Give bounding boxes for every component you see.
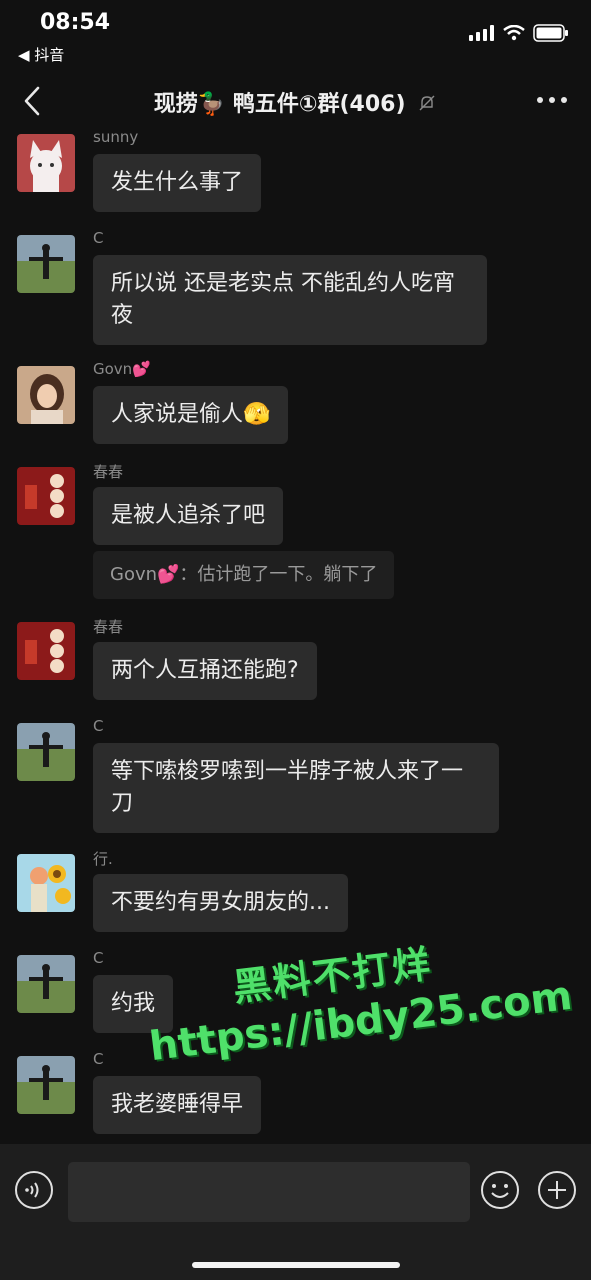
back-to-app-link[interactable]: ◀ 抖音 [18, 44, 64, 65]
sender-name: C [93, 229, 104, 247]
chat-header: 现捞🦆 鸭五件①群(406) [0, 70, 591, 132]
chat-title: 现捞🦆 鸭五件①群(406) [0, 86, 591, 118]
emoji-icon[interactable] [480, 1170, 520, 1210]
cartoon-avatar-image [17, 134, 75, 192]
man-in-field-avatar-image [17, 955, 75, 1013]
message-bubble[interactable]: 是被人追杀了吧 [93, 487, 284, 545]
avatar-xing[interactable] [17, 854, 75, 912]
message-bubble[interactable]: 人家说是偷人🫣 [93, 386, 289, 444]
avatar-sunny[interactable] [17, 134, 75, 192]
man-in-field-avatar-image [17, 723, 75, 781]
battery-icon [533, 24, 568, 42]
muted-bell-icon [419, 95, 435, 111]
status-icons [469, 24, 569, 42]
avatar-c[interactable] [17, 235, 75, 293]
quoted-reply[interactable]: Govn💕：估计跑了一下。躺下了 [93, 551, 395, 599]
avatar-chunchun[interactable] [17, 467, 75, 525]
sunflower-avatar-image [17, 854, 75, 912]
new-year-avatar-image [17, 622, 75, 680]
man-in-field-avatar-image [17, 1056, 75, 1114]
message-bubble[interactable]: 我老婆睡得早 [93, 1076, 262, 1134]
avatar-c[interactable] [17, 955, 75, 1013]
new-year-avatar-image [17, 467, 75, 525]
voice-input-icon[interactable] [14, 1170, 54, 1210]
sender-name: C [93, 717, 104, 735]
sender-name: 春春 [93, 463, 124, 481]
avatar-c[interactable] [17, 723, 75, 781]
wifi-icon [503, 25, 525, 41]
avatar-govn[interactable] [17, 366, 75, 424]
add-icon[interactable] [537, 1170, 577, 1210]
sender-name: C [93, 949, 104, 967]
more-options-icon[interactable] [535, 90, 569, 110]
home-indicator[interactable] [192, 1262, 400, 1268]
message-bubble[interactable]: 两个人互捅还能跑? [93, 642, 317, 700]
chat-title-text: 现捞🦆 鸭五件①群(406) [153, 92, 406, 117]
sender-name: sunny [93, 132, 139, 146]
sender-name: Govn💕 [93, 360, 151, 378]
message-bubble[interactable]: 等下嗦梭罗嗦到一半脖子被人来了一刀 [93, 743, 499, 833]
input-bar [0, 1144, 591, 1280]
message-bubble[interactable]: 发生什么事了 [93, 154, 262, 212]
avatar-c[interactable] [17, 1056, 75, 1114]
status-time: 08:54 [40, 10, 111, 35]
message-input[interactable] [68, 1162, 470, 1222]
sender-name: C [93, 1050, 104, 1068]
sender-name: 春春 [93, 618, 124, 636]
sender-name: 行. [93, 850, 113, 868]
girl-photo-avatar-image [17, 366, 75, 424]
signal-icon [469, 25, 494, 41]
avatar-chunchun[interactable] [17, 622, 75, 680]
message-bubble[interactable]: 所以说 还是老实点 不能乱约人吃宵夜 [93, 255, 487, 345]
status-bar: 08:54 ◀ 抖音 [0, 0, 591, 70]
message-bubble[interactable]: 不要约有男女朋友的... [93, 874, 348, 932]
man-in-field-avatar-image [17, 235, 75, 293]
